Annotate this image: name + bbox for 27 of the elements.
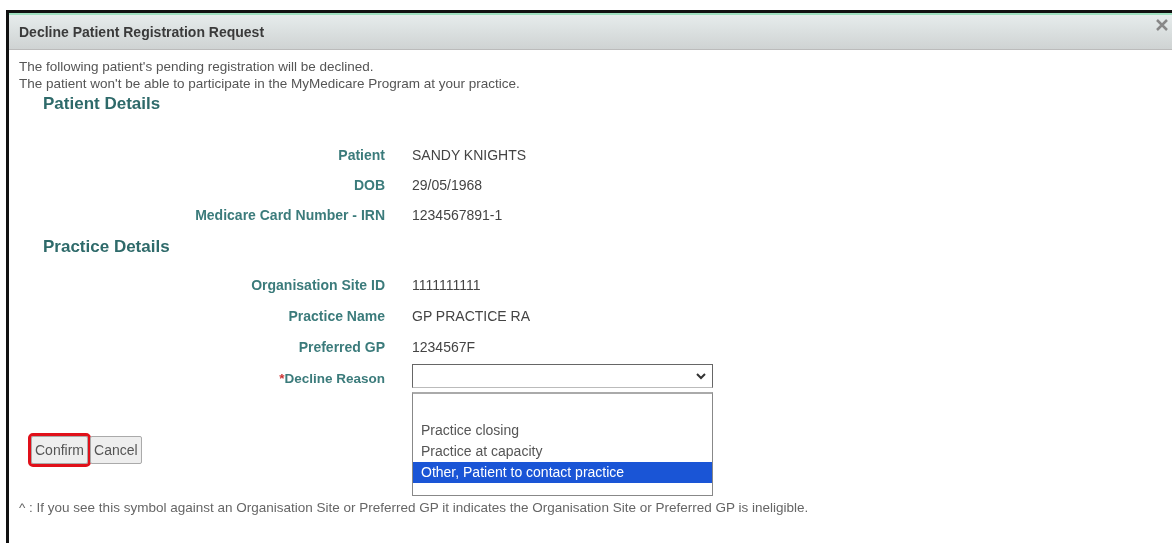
dropdown-option[interactable]: Practice closing (413, 420, 712, 441)
field-label: Practice Name (288, 308, 385, 324)
field-value: 1234567F (412, 339, 477, 355)
chevron-down-icon (696, 372, 706, 380)
field-label: Organisation Site ID (251, 277, 385, 293)
close-icon[interactable] (1156, 19, 1168, 31)
intro-text: The following patient's pending registration will be declined. (19, 58, 375, 75)
section-heading: Practice Details (43, 237, 171, 257)
field-label: Preferred GP (298, 339, 385, 355)
dropdown-option[interactable]: Practice at capacity (413, 441, 712, 462)
reason-dropdown[interactable] (412, 364, 713, 388)
field-value: 1234567891-1 (412, 207, 504, 223)
footnote: ^ : If you see this symbol against an Organisation Site or Preferred GP it indicates the Organisation Site or Preferred GP is ineligible. (19, 500, 810, 515)
field-label: DOB (353, 177, 385, 193)
intro-text: The patient won't be able to participate in the MyMedicare Program at your practice. (19, 75, 521, 92)
section-heading: Patient Details (43, 94, 162, 114)
confirm-button[interactable]: Confirm (31, 436, 88, 464)
field-value: 29/05/1968 (412, 177, 484, 193)
field-label: Patient (338, 147, 385, 163)
cancel-button[interactable]: Cancel (90, 436, 142, 464)
dialog-title: Decline Patient Registration Request (19, 24, 265, 40)
dropdown-option[interactable]: Other, Patient to contact practice (413, 462, 712, 483)
field-label: Medicare Card Number - IRN (195, 207, 385, 223)
field-value: SANDY KNIGHTS (412, 147, 528, 163)
field-label: *Decline Reason (279, 370, 385, 388)
field-value: GP PRACTICE RA (412, 308, 531, 324)
field-value: 1111111111 (412, 277, 482, 293)
